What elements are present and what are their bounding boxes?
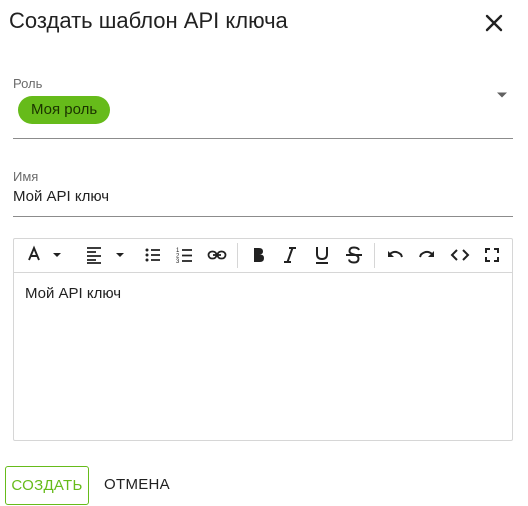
bulleted-list-button[interactable] — [143, 244, 163, 266]
dropdown-arrow-icon — [497, 92, 507, 98]
bold-button[interactable] — [248, 244, 268, 266]
fullscreen-button[interactable] — [482, 244, 502, 266]
name-label: Имя — [13, 169, 39, 184]
svg-text:3: 3 — [176, 259, 180, 265]
code-icon — [450, 249, 470, 261]
fullscreen-icon — [485, 248, 499, 262]
link-icon — [207, 250, 227, 260]
name-input[interactable]: Мой API ключ — [13, 188, 109, 205]
code-button[interactable] — [450, 244, 470, 266]
link-button[interactable] — [207, 244, 227, 266]
numbered-list-icon: 1 2 3 — [176, 248, 192, 265]
role-chip[interactable]: Моя роль — [18, 96, 111, 124]
editor-content[interactable]: Мой API ключ — [25, 285, 121, 302]
create-button[interactable]: СОЗДАТЬ — [5, 466, 89, 505]
strikethrough-button[interactable] — [344, 244, 364, 266]
underline-icon — [316, 247, 328, 264]
undo-button[interactable] — [385, 244, 405, 266]
close-button[interactable] — [482, 11, 506, 35]
toolbar-divider — [374, 243, 375, 268]
redo-button[interactable] — [417, 244, 437, 266]
name-field[interactable]: Имя Мой API ключ — [13, 166, 513, 217]
align-button[interactable] — [82, 244, 128, 266]
redo-icon — [419, 250, 434, 258]
toolbar-divider — [237, 243, 238, 268]
italic-button[interactable] — [280, 244, 300, 266]
font-color-icon — [28, 245, 61, 261]
underline-button[interactable] — [312, 244, 332, 266]
bulleted-list-icon — [145, 248, 160, 262]
editor-toolbar: 1 2 3 — [14, 239, 512, 273]
numbered-list-button[interactable]: 1 2 3 — [175, 244, 195, 266]
bold-icon — [254, 248, 264, 262]
italic-icon — [284, 247, 296, 263]
role-dropdown-button[interactable] — [495, 88, 509, 102]
role-label: Роль — [13, 76, 43, 91]
rich-text-editor: 1 2 3 Мой API ключ — [13, 238, 513, 441]
align-left-icon — [87, 247, 124, 264]
dialog-title: Создать шаблон API ключа — [9, 8, 288, 33]
role-select[interactable]: Роль Моя роль — [13, 72, 513, 139]
undo-icon — [388, 250, 403, 258]
strikethrough-icon — [346, 246, 362, 264]
font-color-button[interactable] — [24, 244, 64, 266]
close-icon — [485, 14, 503, 32]
cancel-button[interactable]: ОТМЕНА — [96, 466, 178, 503]
